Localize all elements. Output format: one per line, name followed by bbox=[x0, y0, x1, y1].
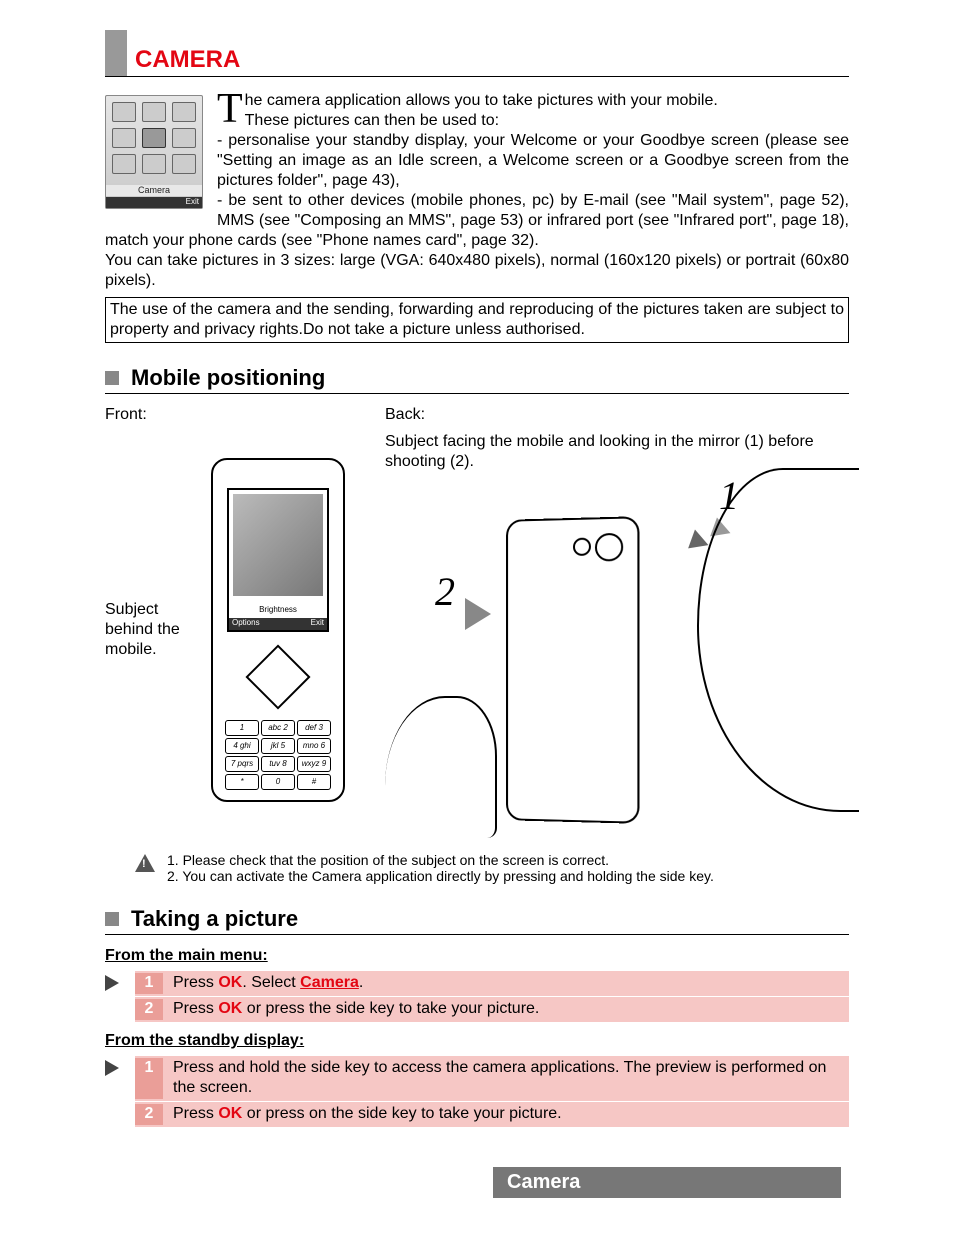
screen-brightness-label: Brightness bbox=[229, 605, 327, 614]
intro-sizes: You can take pictures in 3 sizes: large … bbox=[105, 251, 849, 291]
step-text: . Select bbox=[242, 974, 300, 991]
section-taking-title: Taking a picture bbox=[131, 906, 298, 932]
menu-screenshot-icon: Camera Exit bbox=[105, 95, 203, 209]
camera-link-text: Camera bbox=[300, 974, 359, 991]
footer-label: Camera bbox=[493, 1167, 841, 1198]
step-arrow-icon bbox=[105, 1060, 119, 1076]
ok-text: OK bbox=[218, 1000, 242, 1017]
icon-softkey-right: Exit bbox=[186, 197, 199, 208]
hand-icon bbox=[385, 696, 497, 838]
step-row: 2 Press OK or press on the side key to t… bbox=[135, 1102, 849, 1127]
intro-line1a: he camera application allows you to take… bbox=[245, 92, 718, 109]
step-number: 2 bbox=[135, 999, 163, 1020]
section-positioning-title: Mobile positioning bbox=[131, 365, 325, 391]
key-7: 7 pqrs bbox=[225, 756, 259, 772]
sub-from-main-menu: From the main menu: bbox=[105, 947, 849, 965]
warning-icon bbox=[135, 854, 155, 872]
section-bullet-icon bbox=[105, 371, 119, 385]
key-hash: # bbox=[297, 774, 331, 790]
step-row: 2 Press OK or press the side key to take… bbox=[135, 997, 849, 1022]
front-caption: Subject behind the mobile. bbox=[105, 600, 195, 660]
step-text: or press the side key to take your pictu… bbox=[242, 1000, 539, 1017]
back-label: Back: bbox=[385, 406, 849, 424]
section-taking-header: Taking a picture bbox=[105, 906, 849, 935]
phone-back-illustration: 2 1 bbox=[385, 478, 849, 838]
key-2: abc 2 bbox=[261, 720, 295, 736]
ok-text: OK bbox=[218, 974, 242, 991]
step-arrow-icon bbox=[105, 975, 119, 991]
screen-options: Options bbox=[232, 618, 260, 630]
key-1: 1 bbox=[225, 720, 259, 736]
step-text: Press bbox=[173, 974, 218, 991]
step-number: 1 bbox=[135, 1058, 163, 1100]
step-row: 1 Press OK. Select Camera. bbox=[135, 971, 849, 996]
key-star: * bbox=[225, 774, 259, 790]
step-text: Press bbox=[173, 1000, 218, 1017]
step-number: 2 bbox=[135, 1104, 163, 1125]
warning-2: 2. You can activate the Camera applicati… bbox=[167, 868, 714, 884]
page-title: CAMERA bbox=[135, 46, 240, 76]
key-9: wxyz 9 bbox=[297, 756, 331, 772]
page-title-bar: CAMERA bbox=[105, 30, 849, 77]
title-accent bbox=[105, 30, 127, 76]
mirror-icon bbox=[573, 538, 591, 556]
step-text: Press and hold the side key to access th… bbox=[173, 1058, 843, 1100]
section-positioning-header: Mobile positioning bbox=[105, 365, 849, 394]
legal-notice: The use of the camera and the sending, f… bbox=[105, 297, 849, 343]
key-3: def 3 bbox=[297, 720, 331, 736]
step-number: 1 bbox=[135, 973, 163, 994]
section-bullet-icon bbox=[105, 912, 119, 926]
phone-front-illustration: Brightness Options Exit 1 abc 2 def 3 4 … bbox=[211, 458, 345, 802]
key-0: 0 bbox=[261, 774, 295, 790]
back-caption: Subject facing the mobile and looking in… bbox=[385, 432, 849, 472]
face-outline-icon bbox=[697, 468, 859, 812]
warning-1: 1. Please check that the position of the… bbox=[167, 852, 714, 868]
icon-camera-label: Camera bbox=[106, 185, 202, 196]
camera-lens-icon bbox=[595, 533, 623, 562]
intro-bullet1: - personalise your standby display, your… bbox=[217, 132, 849, 189]
warnings-block: 1. Please check that the position of the… bbox=[135, 852, 849, 884]
key-8: tuv 8 bbox=[261, 756, 295, 772]
steps-main-menu: 1 Press OK. Select Camera. 2 Press OK or… bbox=[105, 971, 849, 1022]
annotation-2: 2 bbox=[435, 568, 455, 615]
front-label: Front: bbox=[105, 406, 365, 424]
intro-line1b: These pictures can then be used to: bbox=[245, 112, 499, 129]
intro-paragraph: Camera Exit The camera application allow… bbox=[105, 91, 849, 343]
key-6: mno 6 bbox=[297, 738, 331, 754]
screen-exit: Exit bbox=[311, 618, 324, 630]
ok-text: OK bbox=[218, 1105, 242, 1122]
step-row: 1 Press and hold the side key to access … bbox=[135, 1056, 849, 1102]
steps-standby: 1 Press and hold the side key to access … bbox=[105, 1056, 849, 1127]
key-5: jkl 5 bbox=[261, 738, 295, 754]
step-text: . bbox=[359, 974, 363, 991]
sub-from-standby: From the standby display: bbox=[105, 1032, 849, 1050]
intro-bullet2: - be sent to other devices (mobile phone… bbox=[105, 192, 849, 249]
positioning-block: Front: Subject behind the mobile. Bright… bbox=[105, 406, 849, 838]
dropcap: T bbox=[217, 91, 245, 127]
step-text: or press on the side key to take your pi… bbox=[242, 1105, 561, 1122]
key-4: 4 ghi bbox=[225, 738, 259, 754]
step-text: Press bbox=[173, 1105, 218, 1122]
page-footer: Camera bbox=[105, 1167, 849, 1198]
